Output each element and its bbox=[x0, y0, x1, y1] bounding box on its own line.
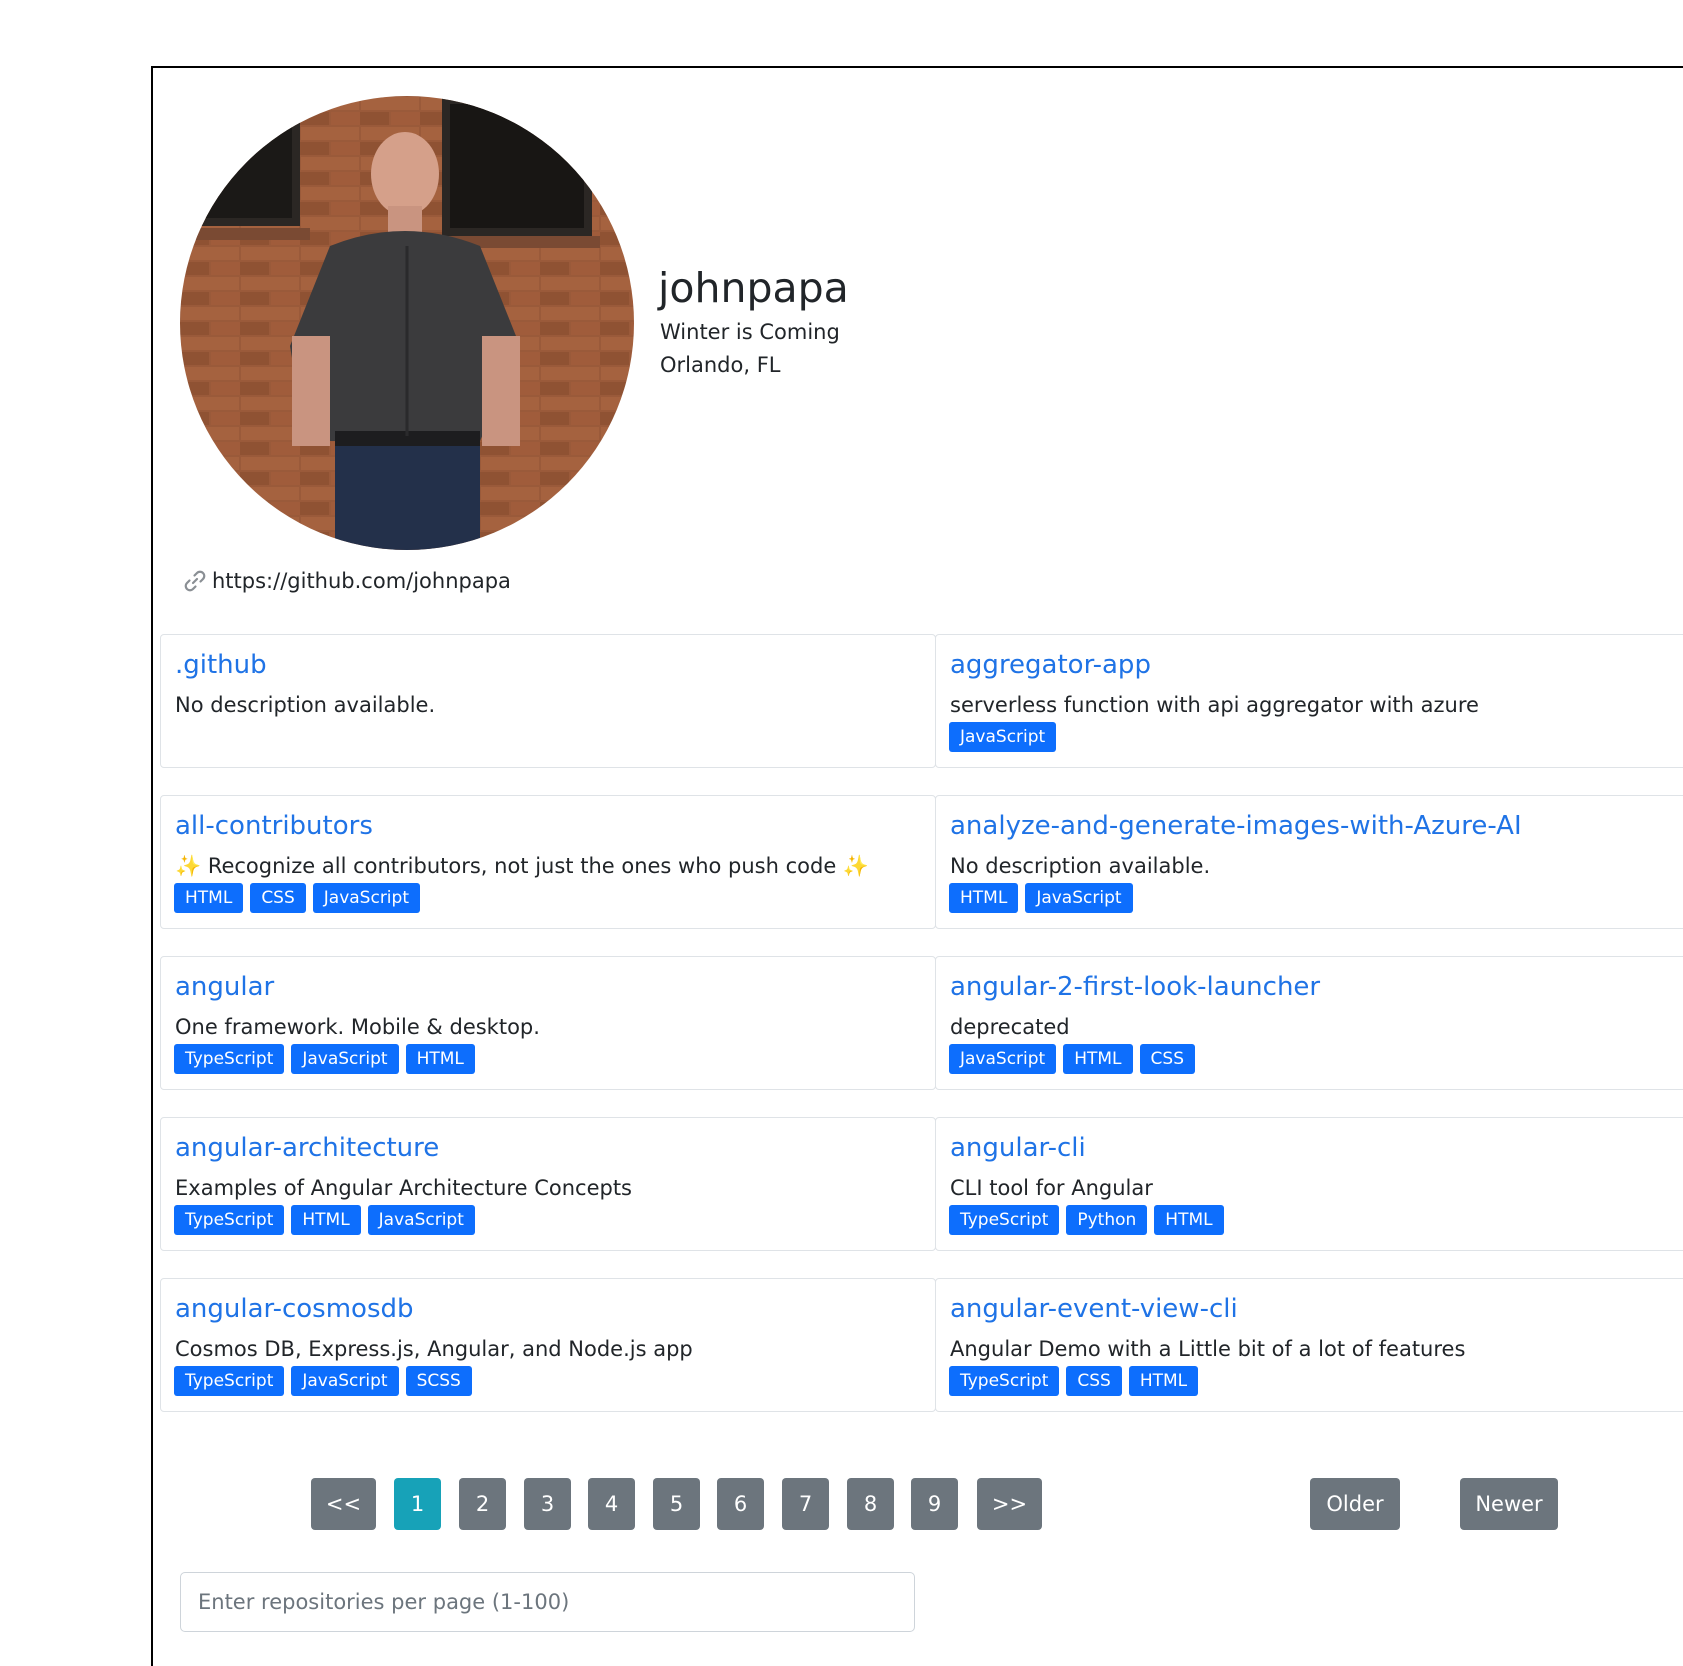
repo-languages: JavaScript bbox=[949, 722, 1057, 752]
repo-description: Angular Demo with a Little bit of a lot … bbox=[950, 1337, 1466, 1361]
language-badge: TypeScript bbox=[174, 1366, 285, 1396]
language-badge: HTML bbox=[949, 883, 1019, 913]
page-button-6[interactable]: 6 bbox=[717, 1478, 764, 1530]
older-button[interactable]: Older bbox=[1310, 1478, 1400, 1530]
language-badge: JavaScript bbox=[1025, 883, 1133, 913]
profile-photo bbox=[180, 96, 634, 550]
language-badge: CSS bbox=[1066, 1366, 1122, 1396]
repo-languages: HTML JavaScript bbox=[949, 883, 1133, 913]
language-badge: HTML bbox=[1154, 1205, 1224, 1235]
repo-card: angular-cosmosdb Cosmos DB, Express.js, A… bbox=[160, 1278, 936, 1412]
repo-languages: TypeScript JavaScript SCSS bbox=[174, 1366, 472, 1396]
language-badge: JavaScript bbox=[367, 1205, 475, 1235]
repo-card: angular-architecture Examples of Angular … bbox=[160, 1117, 936, 1251]
language-badge: JavaScript bbox=[949, 1044, 1057, 1074]
page-button-3[interactable]: 3 bbox=[524, 1478, 571, 1530]
page-button-8[interactable]: 8 bbox=[847, 1478, 894, 1530]
language-badge: HTML bbox=[405, 1044, 475, 1074]
language-badge: JavaScript bbox=[312, 883, 420, 913]
language-badge: JavaScript bbox=[291, 1044, 399, 1074]
repo-card: angular-event-view-cli Angular Demo with … bbox=[935, 1278, 1683, 1412]
language-badge: TypeScript bbox=[174, 1044, 285, 1074]
repo-languages: TypeScript CSS HTML bbox=[949, 1366, 1199, 1396]
language-badge: HTML bbox=[1063, 1044, 1133, 1074]
repo-card: aggregator-app serverless function with a… bbox=[935, 634, 1683, 768]
repo-description: ✨ Recognize all contributors, not just t… bbox=[175, 854, 870, 878]
language-badge: JavaScript bbox=[291, 1366, 399, 1396]
repo-name-link[interactable]: angular bbox=[175, 970, 274, 1004]
repo-card: .github No description available. bbox=[160, 634, 936, 768]
repo-name-link[interactable]: angular-cosmosdb bbox=[175, 1292, 414, 1326]
repo-description: Examples of Angular Architecture Concept… bbox=[175, 1176, 632, 1200]
repo-languages: TypeScript HTML JavaScript bbox=[174, 1205, 475, 1235]
first-page-button[interactable]: << bbox=[311, 1478, 376, 1530]
repo-name-link[interactable]: angular-event-view-cli bbox=[950, 1292, 1238, 1326]
repo-card: all-contributors ✨ Recognize all contribu… bbox=[160, 795, 936, 929]
repo-name-link[interactable]: all-contributors bbox=[175, 809, 373, 843]
repo-name-link[interactable]: angular-2-first-look-launcher bbox=[950, 970, 1320, 1004]
repo-description: One framework. Mobile & desktop. bbox=[175, 1015, 540, 1039]
repo-description: deprecated bbox=[950, 1015, 1070, 1039]
profile-location: Orlando, FL bbox=[660, 353, 781, 377]
language-badge: TypeScript bbox=[949, 1205, 1060, 1235]
repo-languages: TypeScript Python HTML bbox=[949, 1205, 1224, 1235]
repo-description: No description available. bbox=[950, 854, 1211, 878]
repo-description: No description available. bbox=[175, 693, 436, 717]
repo-languages: TypeScript JavaScript HTML bbox=[174, 1044, 475, 1074]
newer-button[interactable]: Newer bbox=[1460, 1478, 1558, 1530]
link-icon bbox=[182, 568, 208, 594]
repo-name-link[interactable]: aggregator-app bbox=[950, 648, 1151, 682]
repo-card: angular One framework. Mobile & desktop. T… bbox=[160, 956, 936, 1090]
page-button-9[interactable]: 9 bbox=[911, 1478, 958, 1530]
profile-username: johnpapa bbox=[658, 264, 849, 312]
language-badge: Python bbox=[1066, 1205, 1148, 1235]
language-badge: TypeScript bbox=[949, 1366, 1060, 1396]
repo-card: angular-cli CLI tool for Angular TypeScrip… bbox=[935, 1117, 1683, 1251]
page-button-4[interactable]: 4 bbox=[588, 1478, 635, 1530]
language-badge: HTML bbox=[174, 883, 244, 913]
page-button-7[interactable]: 7 bbox=[782, 1478, 829, 1530]
page-button-1[interactable]: 1 bbox=[394, 1478, 441, 1530]
repo-name-link[interactable]: .github bbox=[175, 648, 267, 682]
repo-name-link[interactable]: analyze-and-generate-images-with-Azure-A… bbox=[950, 809, 1522, 843]
language-badge: TypeScript bbox=[174, 1205, 285, 1235]
page-button-2[interactable]: 2 bbox=[459, 1478, 506, 1530]
repo-card: analyze-and-generate-images-with-Azure-A… bbox=[935, 795, 1683, 929]
language-badge: CSS bbox=[1139, 1044, 1195, 1074]
repo-description: Cosmos DB, Express.js, Angular, and Node… bbox=[175, 1337, 693, 1361]
profile-bio: Winter is Coming bbox=[660, 320, 840, 344]
page-button-5[interactable]: 5 bbox=[653, 1478, 700, 1530]
language-badge: CSS bbox=[250, 883, 306, 913]
repo-languages: HTML CSS JavaScript bbox=[174, 883, 420, 913]
language-badge: HTML bbox=[1128, 1366, 1199, 1396]
profile-website[interactable]: https://github.com/johnpapa bbox=[182, 566, 511, 596]
repo-card: angular-2-first-look-launcher deprecated J… bbox=[935, 956, 1683, 1090]
repo-name-link[interactable]: angular-cli bbox=[950, 1131, 1086, 1165]
language-badge: JavaScript bbox=[949, 722, 1057, 752]
repo-languages: JavaScript HTML CSS bbox=[949, 1044, 1195, 1074]
repo-description: serverless function with api aggregator … bbox=[950, 693, 1479, 717]
per-page-input[interactable] bbox=[180, 1572, 915, 1632]
language-badge: HTML bbox=[291, 1205, 361, 1235]
profile-website-url[interactable]: https://github.com/johnpapa bbox=[212, 566, 511, 596]
repo-description: CLI tool for Angular bbox=[950, 1176, 1153, 1200]
last-page-button[interactable]: >> bbox=[977, 1478, 1042, 1530]
language-badge: SCSS bbox=[405, 1366, 472, 1396]
repo-name-link[interactable]: angular-architecture bbox=[175, 1131, 439, 1165]
profile-avatar bbox=[180, 96, 634, 550]
